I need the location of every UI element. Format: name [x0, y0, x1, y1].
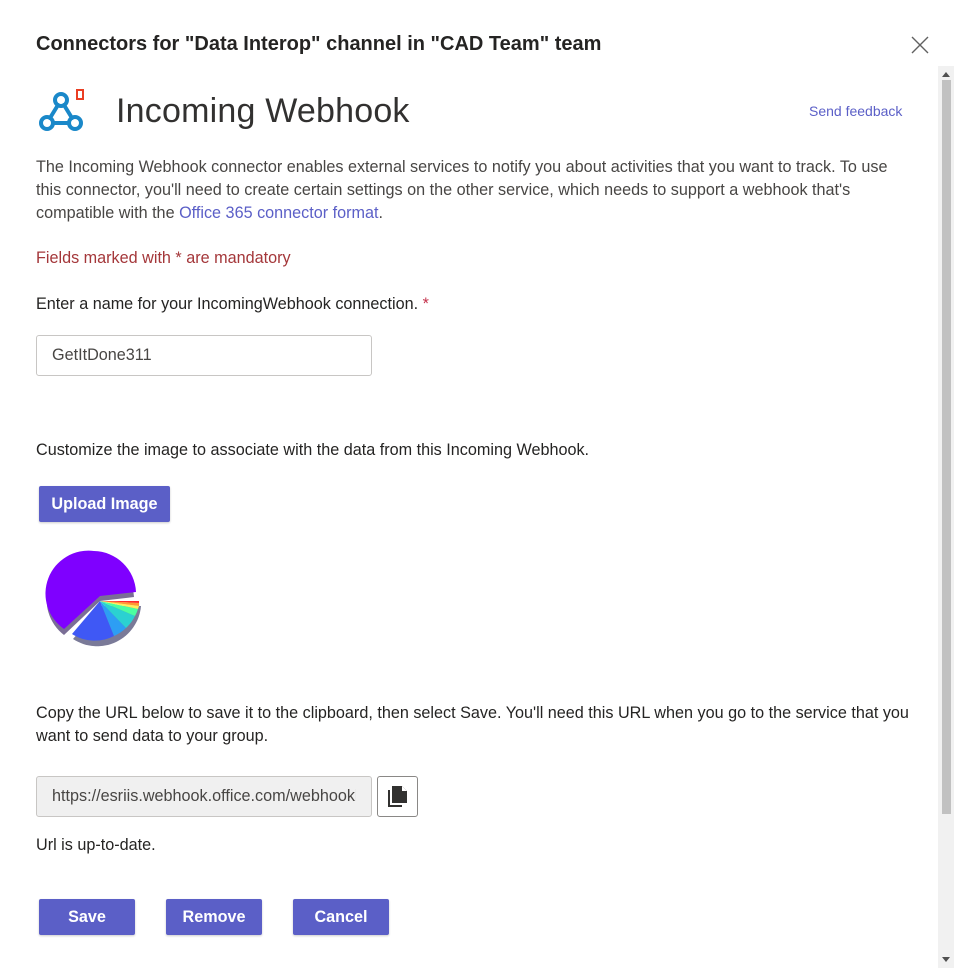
- connection-name-input[interactable]: [36, 335, 372, 376]
- pie-chart-logo: [45, 550, 141, 647]
- url-instructions: Copy the URL below to save it to the cli…: [36, 704, 909, 745]
- scroll-thumb[interactable]: [942, 80, 951, 814]
- chevron-up-icon: [942, 72, 950, 77]
- copy-url-button[interactable]: [377, 776, 418, 817]
- send-feedback-link[interactable]: Send feedback: [809, 103, 902, 119]
- url-status: Url is up-to-date.: [36, 836, 156, 854]
- webhook-url-field[interactable]: [36, 776, 372, 817]
- cancel-button[interactable]: Cancel: [293, 899, 389, 935]
- name-label-text: Enter a name for your IncomingWebhook co…: [36, 295, 419, 313]
- image-label: Customize the image to associate with th…: [36, 441, 590, 459]
- dialog-title: Connectors for "Data Interop" channel in…: [36, 33, 602, 55]
- close-icon: [911, 36, 929, 54]
- upload-image-button[interactable]: Upload Image: [39, 486, 170, 522]
- copy-icon: [387, 785, 407, 807]
- description-text: The Incoming Webhook connector enables e…: [36, 158, 888, 222]
- connector-description: The Incoming Webhook connector enables e…: [36, 156, 906, 225]
- close-button[interactable]: [906, 31, 934, 59]
- required-asterisk: *: [422, 295, 429, 313]
- connector-format-link[interactable]: Office 365 connector format: [179, 204, 378, 222]
- remove-button[interactable]: Remove: [166, 899, 262, 935]
- name-field-label: Enter a name for your IncomingWebhook co…: [36, 295, 429, 314]
- connector-name: Incoming Webhook: [116, 92, 410, 130]
- description-end: .: [378, 204, 384, 222]
- chevron-down-icon: [942, 957, 950, 962]
- mandatory-note: Fields marked with * are mandatory: [36, 249, 291, 267]
- scroll-down-arrow[interactable]: [938, 952, 954, 968]
- save-button[interactable]: Save: [39, 899, 135, 935]
- webhook-icon: [39, 89, 84, 131]
- vertical-scrollbar[interactable]: [938, 66, 954, 968]
